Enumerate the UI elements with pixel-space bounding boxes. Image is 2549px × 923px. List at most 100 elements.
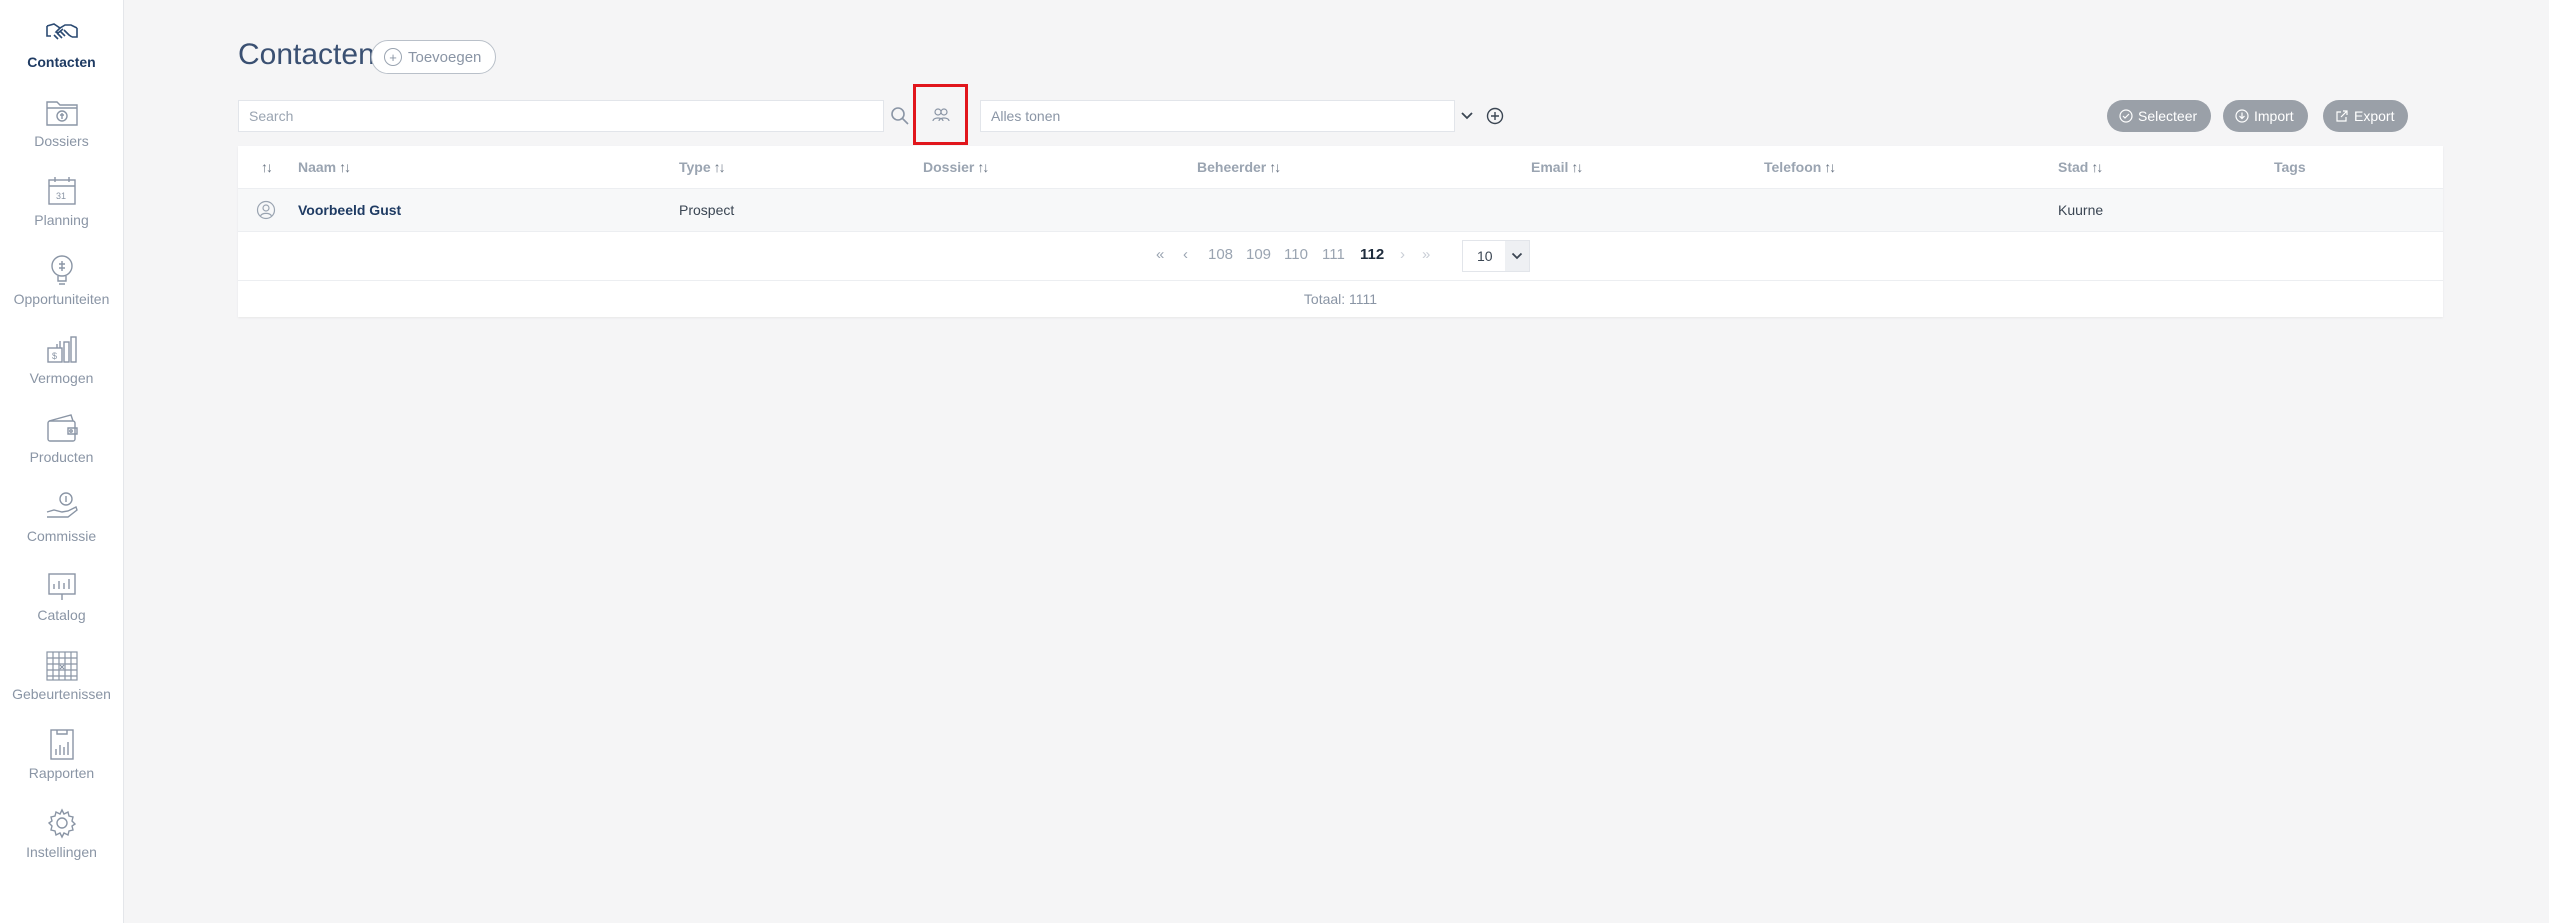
main-content: Contacten + Toevoegen Alles tonen Select… bbox=[124, 0, 2549, 923]
column-header-telefoon[interactable]: Telefoon ↑↓ bbox=[1764, 146, 1836, 188]
column-label: Dossier bbox=[923, 159, 975, 175]
page-109[interactable]: 109 bbox=[1246, 246, 1271, 263]
sidebar-item-commissie[interactable]: Commissie bbox=[0, 490, 123, 560]
add-filter-icon[interactable] bbox=[1486, 107, 1504, 125]
sidebar-item-dossiers[interactable]: Dossiers bbox=[0, 95, 123, 165]
lightbulb-icon bbox=[50, 255, 73, 285]
pagination: « ‹ 108 109 110 111 112 › » 10 bbox=[238, 232, 2443, 281]
sidebar-item-rapporten[interactable]: Rapporten bbox=[0, 727, 123, 797]
sort-all-toggle[interactable]: ↑↓ bbox=[258, 146, 273, 188]
page-108[interactable]: 108 bbox=[1208, 246, 1233, 263]
sidebar-item-instellingen[interactable]: Instellingen bbox=[0, 806, 123, 876]
page-prev[interactable]: ‹ bbox=[1183, 246, 1188, 263]
filter-select[interactable]: Alles tonen bbox=[980, 100, 1455, 132]
wallet-icon bbox=[46, 414, 78, 442]
sidebar-item-label: Catalog bbox=[37, 607, 86, 623]
column-header-tags: Tags bbox=[2274, 146, 2306, 188]
total-count: Totaal: 1111 bbox=[238, 281, 2443, 317]
column-label: Tags bbox=[2274, 159, 2306, 175]
search-input[interactable] bbox=[238, 100, 884, 132]
sidebar-item-vermogen[interactable]: $ Vermogen bbox=[0, 332, 123, 402]
column-label: Beheerder bbox=[1197, 159, 1267, 175]
page-112-current[interactable]: 112 bbox=[1360, 246, 1384, 263]
money-stack-icon: $ bbox=[46, 336, 77, 363]
sort-icon: ↑↓ bbox=[2091, 159, 2103, 175]
filter-select-value: Alles tonen bbox=[991, 108, 1061, 124]
chevron-down-icon bbox=[1461, 112, 1473, 120]
table-header: ↑↓ Naam ↑↓ Type ↑↓ Dossier ↑↓ Beheerder ↑↓ E… bbox=[238, 146, 2443, 189]
gear-icon bbox=[47, 808, 76, 839]
page-last[interactable]: » bbox=[1422, 246, 1430, 263]
column-header-dossier[interactable]: Dossier ↑↓ bbox=[923, 146, 989, 188]
page-111[interactable]: 111 bbox=[1322, 246, 1345, 263]
handshake-icon bbox=[45, 23, 78, 40]
hand-coin-icon bbox=[46, 492, 78, 518]
sidebar-item-label: Dossiers bbox=[34, 133, 89, 149]
sidebar-item-label: Planning bbox=[34, 212, 89, 228]
add-contact-button[interactable]: + Toevoegen bbox=[371, 40, 497, 74]
calendar-grid-icon bbox=[45, 651, 78, 681]
import-icon bbox=[2235, 109, 2249, 123]
export-button[interactable]: Export bbox=[2323, 100, 2409, 132]
sidebar-item-gebeurtenissen[interactable]: Gebeurtenissen bbox=[0, 648, 123, 718]
sidebar-item-producten[interactable]: Producten bbox=[0, 411, 123, 481]
sidebar-item-label: Rapporten bbox=[28, 765, 95, 781]
sidebar-item-label: Producten bbox=[29, 449, 94, 465]
sort-icon: ↑↓ bbox=[977, 159, 989, 175]
sort-icon: ↑↓ bbox=[1824, 159, 1836, 175]
user-circle-icon bbox=[256, 200, 276, 220]
people-icon bbox=[931, 107, 950, 121]
chevron-down-icon bbox=[1511, 252, 1523, 260]
column-label: Stad bbox=[2058, 159, 2089, 175]
sidebar-item-label: Commissie bbox=[26, 528, 97, 544]
catalog-board-icon bbox=[47, 573, 76, 600]
column-header-beheerder[interactable]: Beheerder ↑↓ bbox=[1197, 146, 1281, 188]
filter-select-toggle[interactable] bbox=[1456, 100, 1478, 132]
sidebar-item-label: Gebeurtenissen bbox=[12, 686, 111, 702]
cell-stad: Kuurne bbox=[2058, 202, 2104, 218]
column-header-type[interactable]: Type ↑↓ bbox=[679, 146, 726, 188]
cell-naam[interactable]: Voorbeeld Gust bbox=[298, 189, 401, 231]
export-label: Export bbox=[2354, 108, 2395, 124]
check-circle-icon bbox=[2119, 109, 2133, 123]
add-contact-label: Toevoegen bbox=[408, 48, 482, 66]
table-row[interactable]: Voorbeeld Gust Prospect Kuurne bbox=[238, 189, 2443, 232]
column-header-email[interactable]: Email ↑↓ bbox=[1531, 146, 1583, 188]
sidebar-item-planning[interactable]: 31 Planning bbox=[0, 174, 123, 244]
page-110[interactable]: 110 bbox=[1284, 246, 1308, 263]
page-title: Contacten bbox=[238, 38, 375, 71]
sidebar-item-contacten[interactable]: Contacten bbox=[0, 16, 123, 86]
column-label: Naam bbox=[298, 159, 337, 175]
selecteer-label: Selecteer bbox=[2138, 108, 2198, 124]
svg-text:$: $ bbox=[52, 351, 57, 361]
page-next[interactable]: › bbox=[1400, 246, 1405, 263]
column-header-naam[interactable]: Naam ↑↓ bbox=[298, 146, 351, 188]
cell-type: Prospect bbox=[679, 202, 735, 218]
per-page-toggle[interactable] bbox=[1505, 241, 1529, 271]
sidebar-item-opportuniteiten[interactable]: Opportuniteiten bbox=[0, 253, 123, 323]
sort-icon: ↑↓ bbox=[1571, 159, 1583, 175]
svg-text:31: 31 bbox=[56, 191, 66, 201]
search-icon[interactable] bbox=[889, 105, 911, 127]
contacts-table: ↑↓ Naam ↑↓ Type ↑↓ Dossier ↑↓ Beheerder ↑↓ E… bbox=[238, 146, 2443, 317]
folder-icon bbox=[45, 101, 78, 126]
calendar-icon: 31 bbox=[47, 177, 76, 205]
sort-icon: ↑↓ bbox=[261, 159, 273, 175]
sort-icon: ↑↓ bbox=[339, 159, 351, 175]
sidebar-item-catalog[interactable]: Catalog bbox=[0, 569, 123, 639]
per-page-select[interactable]: 10 bbox=[1462, 240, 1530, 272]
contact-avatar bbox=[256, 189, 276, 231]
contacts-filter-button[interactable] bbox=[913, 84, 968, 145]
selecteer-button[interactable]: Selecteer bbox=[2107, 100, 2212, 132]
per-page-value: 10 bbox=[1477, 248, 1493, 264]
sort-icon: ↑↓ bbox=[713, 159, 726, 175]
sidebar: Contacten Dossiers 31 Planning Opportuni… bbox=[0, 0, 124, 923]
plus-circle-icon: + bbox=[384, 48, 402, 66]
column-label: Telefoon bbox=[1764, 159, 1822, 175]
import-button[interactable]: Import bbox=[2223, 100, 2308, 132]
import-label: Import bbox=[2254, 108, 2294, 124]
sidebar-item-label: Opportuniteiten bbox=[13, 291, 110, 307]
column-header-stad[interactable]: Stad ↑↓ bbox=[2058, 146, 2103, 188]
report-icon bbox=[49, 729, 74, 760]
page-first[interactable]: « bbox=[1156, 246, 1164, 263]
